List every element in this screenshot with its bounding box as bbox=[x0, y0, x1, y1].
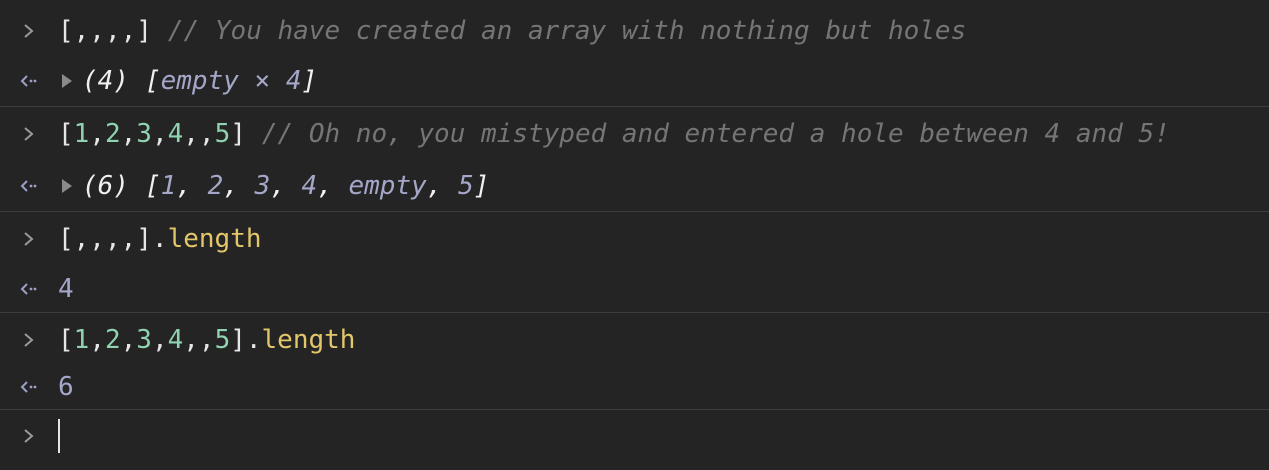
console-output-value[interactable]: (6) [ 1 , 2 , 3 , 4 , empty , 5 ] bbox=[58, 171, 489, 201]
comma: , bbox=[151, 325, 168, 355]
code-literal: [,,,,] bbox=[58, 16, 152, 46]
bracket-close: ] bbox=[230, 325, 246, 355]
chevron-right-icon bbox=[19, 124, 39, 144]
chevron-right-icon bbox=[19, 21, 39, 41]
dot: . bbox=[151, 224, 168, 254]
property-name: length bbox=[167, 224, 262, 254]
array-item: 1 bbox=[160, 171, 177, 201]
divider bbox=[0, 409, 1269, 410]
bracket-close: ] bbox=[230, 119, 246, 149]
devtools-console: [,,,,] // You have created an array with… bbox=[0, 0, 1269, 470]
return-arrow-icon bbox=[19, 176, 39, 196]
return-arrow-icon bbox=[19, 377, 39, 397]
divider bbox=[0, 312, 1269, 313]
comma: , bbox=[151, 119, 168, 149]
number-literal: 4 bbox=[167, 119, 184, 149]
console-output-value[interactable]: (4) [ empty × 4 ] bbox=[58, 66, 317, 96]
dot: . bbox=[245, 325, 262, 355]
console-input-code: [,,,,] . length bbox=[58, 224, 262, 254]
text-cursor bbox=[58, 419, 60, 453]
comma: , bbox=[120, 325, 137, 355]
console-input-code: [,,,,] // You have created an array with… bbox=[58, 16, 966, 46]
divider bbox=[0, 211, 1269, 212]
comma: , bbox=[270, 171, 302, 201]
chevron-right-icon bbox=[19, 229, 39, 249]
bracket-close: ] bbox=[301, 66, 318, 96]
array-length: (4) bbox=[82, 66, 129, 96]
number-literal: 5 bbox=[214, 119, 231, 149]
number-literal: 2 bbox=[104, 119, 121, 149]
property-name: length bbox=[261, 325, 356, 355]
console-output-line: 6 bbox=[0, 362, 1269, 412]
comma: , bbox=[426, 171, 459, 201]
divider bbox=[0, 106, 1269, 107]
bracket-open: [ bbox=[58, 119, 74, 149]
chevron-right-icon bbox=[19, 426, 39, 446]
console-output-line: 4 bbox=[0, 264, 1269, 314]
console-input-code: [ 1 , 2 , 3 , 4 ,, 5 ] // Oh no, you mis… bbox=[58, 119, 1170, 149]
number-literal: 5 bbox=[214, 325, 231, 355]
holes: ,, bbox=[183, 325, 215, 355]
number-literal: 3 bbox=[136, 325, 152, 355]
number-literal: 4 bbox=[167, 325, 184, 355]
array-item: 4 bbox=[301, 171, 318, 201]
number-literal: 1 bbox=[73, 119, 90, 149]
comma: , bbox=[89, 119, 105, 149]
console-prompt-line[interactable] bbox=[0, 411, 1269, 461]
return-arrow-icon bbox=[19, 279, 39, 299]
code-comment: // You have created an array with nothin… bbox=[167, 16, 967, 46]
comma: , bbox=[223, 171, 255, 201]
return-arrow-icon bbox=[19, 71, 39, 91]
comma: , bbox=[120, 119, 137, 149]
array-item: 5 bbox=[458, 171, 474, 201]
console-input-line: [,,,,] . length bbox=[0, 214, 1269, 264]
expand-triangle-icon[interactable] bbox=[62, 74, 72, 88]
console-input-line: [ 1 , 2 , 3 , 4 ,, 5 ] // Oh no, you mis… bbox=[0, 109, 1269, 159]
console-input-line: [,,,,] // You have created an array with… bbox=[0, 6, 1269, 56]
bracket-open: [ bbox=[58, 325, 74, 355]
code-literal: [,,,,] bbox=[58, 224, 152, 254]
number-literal: 1 bbox=[73, 325, 90, 355]
comma: , bbox=[317, 171, 349, 201]
array-preview: empty × 4 bbox=[160, 66, 302, 96]
chevron-right-icon bbox=[19, 330, 39, 350]
console-input[interactable] bbox=[58, 419, 60, 453]
holes: ,, bbox=[183, 119, 215, 149]
console-output-value: 6 bbox=[58, 372, 74, 402]
bracket-open: [ bbox=[144, 171, 161, 201]
expand-triangle-icon[interactable] bbox=[62, 179, 72, 193]
code-comment: // Oh no, you mistyped and entered a hol… bbox=[261, 119, 1170, 149]
console-output-line: (6) [ 1 , 2 , 3 , 4 , empty , 5 ] bbox=[0, 161, 1269, 211]
array-item: 2 bbox=[207, 171, 224, 201]
number-literal: 3 bbox=[136, 119, 152, 149]
bracket-close: ] bbox=[473, 171, 490, 201]
bracket-open: [ bbox=[144, 66, 161, 96]
array-item-empty: empty bbox=[348, 171, 427, 201]
console-input-line: [ 1 , 2 , 3 , 4 ,, 5 ] . length bbox=[0, 315, 1269, 365]
console-output-value: 4 bbox=[58, 274, 74, 304]
array-length: (6) bbox=[82, 171, 129, 201]
console-output-line: (4) [ empty × 4 ] bbox=[0, 56, 1269, 106]
comma: , bbox=[176, 171, 208, 201]
console-input-code: [ 1 , 2 , 3 , 4 ,, 5 ] . length bbox=[58, 325, 355, 355]
comma: , bbox=[89, 325, 105, 355]
array-item: 3 bbox=[254, 171, 271, 201]
number-literal: 2 bbox=[104, 325, 121, 355]
